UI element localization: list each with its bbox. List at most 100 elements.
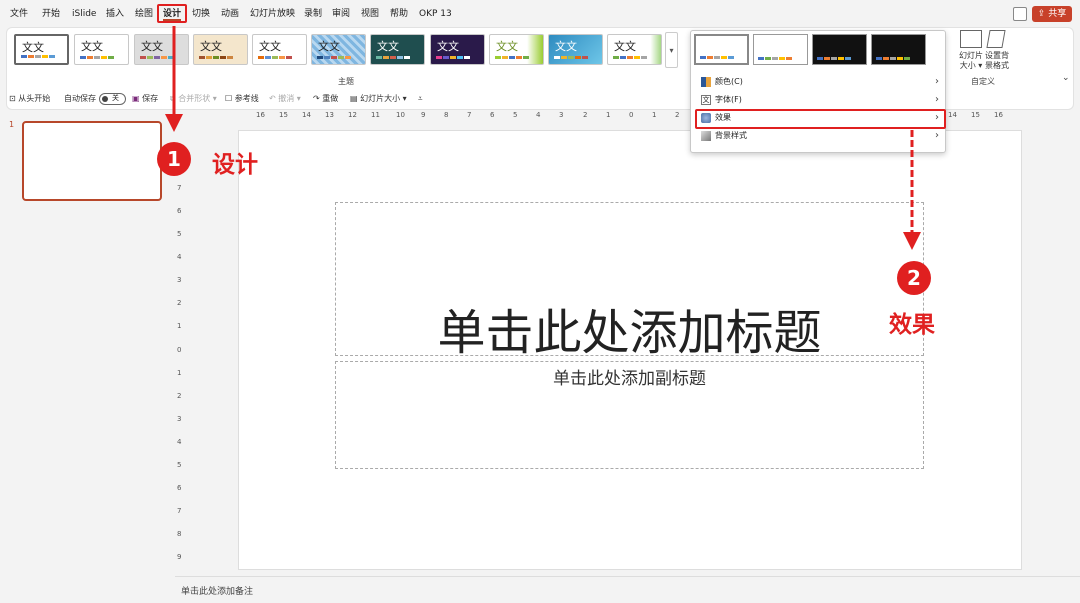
- annotation-arrow-2: [903, 130, 921, 250]
- from-start-button[interactable]: ⊡ 从头开始: [9, 92, 50, 106]
- ruler-tick: 6: [490, 111, 495, 119]
- notes-pane[interactable]: 单击此处添加备注: [175, 576, 1080, 603]
- ruler-tick: 1: [177, 369, 182, 377]
- theme-text: 文文: [555, 40, 577, 53]
- guides-checkbox[interactable]: ☐ 参考线: [225, 92, 259, 106]
- toggle-state: 关: [112, 94, 119, 102]
- comment-icon[interactable]: [1013, 7, 1027, 21]
- autosave-toggle[interactable]: 关: [99, 93, 126, 105]
- variant-3[interactable]: [812, 34, 867, 65]
- menu-transitions[interactable]: 切换: [192, 7, 210, 21]
- from-start-label: 从头开始: [18, 94, 51, 103]
- menu-item-colors[interactable]: 颜色(C) ›: [697, 73, 941, 91]
- slide-size-label-2: 大小: [959, 61, 976, 70]
- slide-subtitle-text[interactable]: 单击此处添加副标题: [336, 364, 923, 389]
- ruler-tick: 14: [948, 111, 957, 119]
- theme-swatches: [613, 56, 647, 59]
- theme-8[interactable]: 文文: [430, 34, 485, 65]
- theme-swatches: [80, 56, 114, 59]
- theme-7[interactable]: 文文: [370, 34, 425, 65]
- undo-button[interactable]: ↶ 撤消 ▾: [269, 92, 301, 106]
- theme-text: 文文: [318, 40, 340, 53]
- share-button[interactable]: ⇪ 共享: [1032, 6, 1072, 22]
- menu-item-fonts[interactable]: 文 字体(F) ›: [697, 91, 941, 109]
- variant-swatches: [817, 57, 851, 60]
- redo-icon: ↷: [313, 94, 320, 103]
- ruler-tick: 1: [606, 111, 611, 119]
- bg-format-label-2: 景格式: [985, 61, 1009, 70]
- menu-animations[interactable]: 动画: [221, 7, 239, 21]
- ruler-tick: 13: [325, 111, 334, 119]
- format-background-icon[interactable]: [986, 30, 1006, 48]
- ruler-tick: 8: [177, 530, 182, 538]
- menu-slideshow[interactable]: 幻灯片放映: [250, 7, 295, 21]
- menu-file[interactable]: 文件: [10, 7, 28, 21]
- save-button[interactable]: ▣ 保存: [132, 92, 158, 106]
- ruler-tick: 1: [177, 322, 182, 330]
- notes-placeholder: 单击此处添加备注: [181, 587, 254, 597]
- ruler-tick: 15: [971, 111, 980, 119]
- theme-swatches: [21, 55, 55, 58]
- menu-okp[interactable]: OKP 13: [419, 7, 452, 21]
- annotation-step-2-badge: 2: [897, 261, 931, 295]
- share-label: 共享: [1048, 9, 1067, 19]
- theme-text: 文文: [81, 40, 103, 53]
- ruler-tick: 0: [629, 111, 634, 119]
- redo-button[interactable]: ↷ 重做: [313, 92, 338, 106]
- background-style-icon: [701, 131, 711, 141]
- chevron-right-icon: ›: [935, 130, 939, 141]
- ribbon-collapse-icon[interactable]: ⌄: [1062, 73, 1070, 83]
- theme-swatches: [199, 56, 233, 59]
- menu-draw[interactable]: 绘图: [135, 7, 153, 21]
- ruler-tick: 0: [177, 346, 182, 354]
- save-label: 保存: [142, 94, 159, 103]
- customize-group-label: 自定义: [971, 77, 995, 86]
- theme-2[interactable]: 文文: [74, 34, 129, 65]
- ruler-tick: 7: [177, 507, 182, 515]
- menu-view[interactable]: 视图: [361, 7, 379, 21]
- theme-text: 文文: [22, 41, 44, 54]
- menu-insert[interactable]: 插入: [106, 7, 124, 21]
- ruler-tick: 2: [675, 111, 680, 119]
- theme-9[interactable]: 文文: [489, 34, 544, 65]
- theme-office[interactable]: 文文: [14, 34, 69, 65]
- slide-size-icon[interactable]: [960, 30, 982, 48]
- ruler-tick: 5: [513, 111, 518, 119]
- redo-label: 重做: [322, 94, 339, 103]
- theme-11[interactable]: 文文: [607, 34, 662, 65]
- slide-title-text[interactable]: 单击此处添加标题: [336, 293, 923, 363]
- slide-thumbnail[interactable]: [22, 121, 162, 201]
- ruler-tick: 4: [536, 111, 541, 119]
- ruler-tick: 1: [652, 111, 657, 119]
- menu-islide[interactable]: iSlide: [72, 7, 96, 21]
- menu-review[interactable]: 审阅: [332, 7, 350, 21]
- variant-1[interactable]: [694, 34, 749, 65]
- menu-record[interactable]: 录制: [304, 7, 322, 21]
- customize-qat-icon[interactable]: ⩡: [418, 92, 423, 106]
- ruler-tick: 15: [279, 111, 288, 119]
- menu-item-label: 字体(F): [715, 95, 742, 104]
- ruler-tick: 10: [396, 111, 405, 119]
- themes-more-button[interactable]: ▾: [665, 32, 678, 68]
- variant-4[interactable]: [871, 34, 926, 65]
- format-background-button[interactable]: 设置背 景格式: [982, 51, 1012, 71]
- ruler-tick: 5: [177, 230, 182, 238]
- ruler-tick: 16: [994, 111, 1003, 119]
- save-icon: ▣: [132, 94, 140, 103]
- theme-10[interactable]: 文文: [548, 34, 603, 65]
- menu-home[interactable]: 开始: [42, 7, 60, 21]
- ruler-tick: 11: [371, 111, 380, 119]
- ruler-tick: 16: [256, 111, 265, 119]
- chevron-right-icon: ›: [935, 94, 939, 105]
- theme-6[interactable]: 文文: [311, 34, 366, 65]
- ruler-tick: 9: [421, 111, 426, 119]
- variant-2[interactable]: [753, 34, 808, 65]
- slide-size-qa-button[interactable]: ▤ 幻灯片大小 ▾: [350, 92, 407, 106]
- ruler-tick: 3: [177, 415, 182, 423]
- menu-help[interactable]: 帮助: [390, 7, 408, 21]
- design-tab-highlight: [157, 4, 187, 23]
- theme-5[interactable]: 文文: [252, 34, 307, 65]
- theme-swatches: [376, 56, 410, 59]
- theme-4[interactable]: 文文: [193, 34, 248, 65]
- theme-text: 文文: [259, 40, 281, 53]
